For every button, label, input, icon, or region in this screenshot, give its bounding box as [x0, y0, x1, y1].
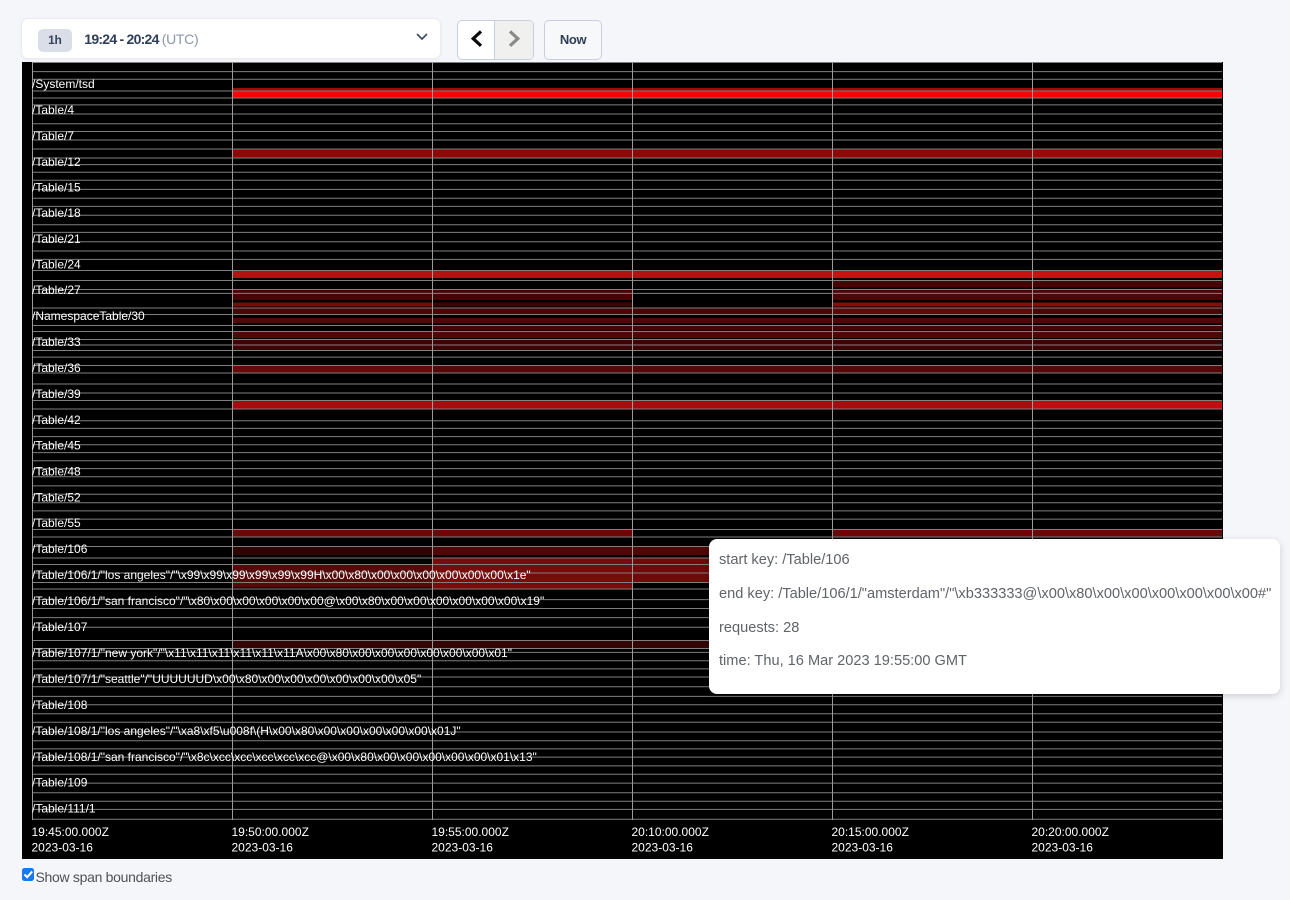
- svg-text:19:45:00.000Z: 19:45:00.000Z: [31, 825, 108, 839]
- svg-text:/Table/107: /Table/107: [32, 619, 88, 633]
- svg-text:/Table/111/1: /Table/111/1: [32, 801, 96, 815]
- svg-text:/System/tsd: /System/tsd: [32, 76, 95, 90]
- svg-text:/Table/33: /Table/33: [32, 334, 81, 348]
- svg-text:/Table/15: /Table/15: [32, 180, 81, 194]
- svg-text:19:50:00.000Z: 19:50:00.000Z: [231, 825, 308, 839]
- svg-text:/Table/106/1/"los angeles"/"\x: /Table/106/1/"los angeles"/"\x99\x99\x99…: [32, 567, 531, 581]
- svg-text:19:55:00.000Z: 19:55:00.000Z: [431, 825, 508, 839]
- svg-text:/Table/52: /Table/52: [32, 490, 81, 504]
- svg-text:/Table/107/1/"new york"/"\x11\: /Table/107/1/"new york"/"\x11\x11\x11\x1…: [32, 645, 512, 659]
- svg-text:2023-03-16: 2023-03-16: [31, 840, 93, 854]
- svg-text:/Table/55: /Table/55: [32, 515, 81, 529]
- svg-text:2023-03-16: 2023-03-16: [231, 840, 293, 854]
- svg-text:/Table/42: /Table/42: [32, 412, 81, 426]
- svg-text:/Table/4: /Table/4: [32, 102, 74, 116]
- svg-text:20:10:00.000Z: 20:10:00.000Z: [631, 825, 708, 839]
- svg-text:/Table/45: /Table/45: [32, 438, 81, 452]
- svg-text:/Table/12: /Table/12: [32, 154, 81, 168]
- svg-text:/Table/109: /Table/109: [32, 775, 88, 789]
- svg-text:/Table/27: /Table/27: [32, 282, 81, 296]
- svg-text:/Table/18: /Table/18: [32, 205, 81, 219]
- svg-text:/Table/106/1/"san francisco"/": /Table/106/1/"san francisco"/"\x80\x00\x…: [32, 593, 544, 607]
- svg-text:/Table/7: /Table/7: [32, 128, 74, 142]
- svg-text:/NamespaceTable/30: /NamespaceTable/30: [32, 308, 145, 322]
- svg-text:2023-03-16: 2023-03-16: [1031, 840, 1093, 854]
- svg-text:/Table/108/1/"los angeles"/"\x: /Table/108/1/"los angeles"/"\xa8\xf5\u00…: [32, 723, 461, 737]
- svg-text:2023-03-16: 2023-03-16: [831, 840, 893, 854]
- svg-text:/Table/108/1/"san francisco"/": /Table/108/1/"san francisco"/"\x8c\xcc\x…: [32, 749, 537, 763]
- svg-text:20:15:00.000Z: 20:15:00.000Z: [831, 825, 908, 839]
- svg-text:/Table/106: /Table/106: [32, 541, 88, 555]
- svg-text:/Table/107/1/"seattle"/"UUUUUU: /Table/107/1/"seattle"/"UUUUUUD\x00\x80\…: [32, 671, 421, 685]
- svg-text:/Table/21: /Table/21: [32, 231, 81, 245]
- svg-text:2023-03-16: 2023-03-16: [431, 840, 493, 854]
- svg-text:20:20:00.000Z: 20:20:00.000Z: [1031, 825, 1108, 839]
- svg-text:/Table/108: /Table/108: [32, 697, 88, 711]
- svg-text:/Table/36: /Table/36: [32, 360, 81, 374]
- svg-text:/Table/39: /Table/39: [32, 386, 81, 400]
- svg-text:/Table/48: /Table/48: [32, 464, 81, 478]
- svg-text:/Table/24: /Table/24: [32, 257, 81, 271]
- svg-text:2023-03-16: 2023-03-16: [631, 840, 693, 854]
